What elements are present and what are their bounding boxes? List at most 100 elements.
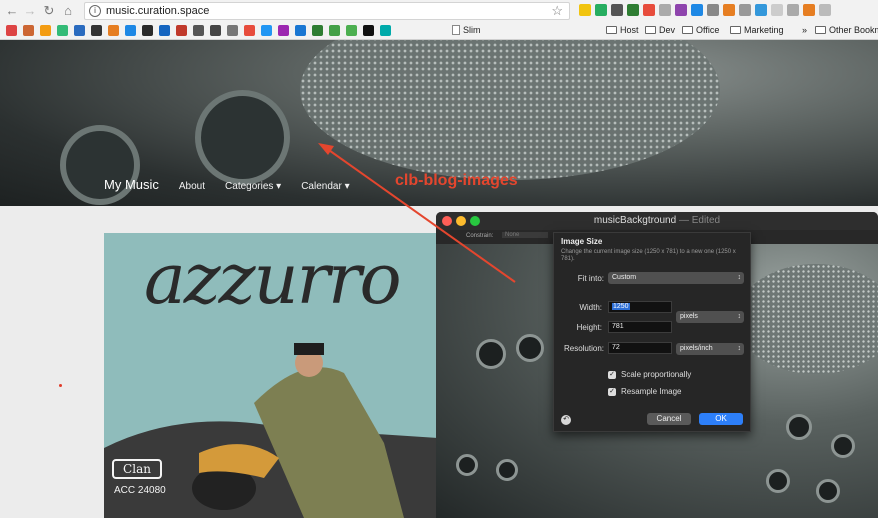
microphone-grille-image xyxy=(300,40,720,180)
bookmark-folder-marketing[interactable]: Marketing xyxy=(730,25,784,35)
extension-icon[interactable] xyxy=(691,4,703,16)
reset-icon[interactable]: ↶ xyxy=(561,415,571,425)
bookmark-slim[interactable]: Slim xyxy=(452,25,481,35)
bookmark-favicon-icon[interactable] xyxy=(142,25,153,36)
bookmark-favicon-icon[interactable] xyxy=(244,25,255,36)
folder-icon xyxy=(645,26,656,34)
extension-icon[interactable] xyxy=(643,4,655,16)
bookmark-favicon-icon[interactable] xyxy=(91,25,102,36)
resolution-unit-select[interactable]: pixels/inch xyxy=(676,343,744,355)
nav-categories[interactable]: Categories ▾ xyxy=(225,181,281,192)
edited-status: — Edited xyxy=(678,215,721,226)
home-icon[interactable]: ⌂ xyxy=(60,3,76,19)
address-bar[interactable]: i music.curation.space ☆ xyxy=(84,2,570,20)
bookmark-favicon-icon[interactable] xyxy=(312,25,323,36)
dialog-description: Change the current image size (1250 x 78… xyxy=(561,249,736,262)
nav-calendar[interactable]: Calendar ▾ xyxy=(301,181,349,192)
bookmark-favicon-icon[interactable] xyxy=(295,25,306,36)
bookmark-favicon-icon[interactable] xyxy=(159,25,170,36)
constrain-select[interactable]: None xyxy=(502,232,548,238)
bookmark-favicon-icon[interactable] xyxy=(74,25,85,36)
document-name: musicBackgtround xyxy=(593,215,677,226)
resolution-field[interactable]: 72 xyxy=(608,342,672,354)
constrain-label: Constrain: xyxy=(466,233,494,239)
bookmark-favicon-icon[interactable] xyxy=(108,25,119,36)
album-cover-image[interactable]: azzurro Clan ACC 24080 xyxy=(104,233,438,518)
extension-icon[interactable] xyxy=(723,4,735,16)
cancel-button[interactable]: Cancel xyxy=(647,413,691,425)
forward-icon[interactable]: → xyxy=(22,3,38,19)
overflow-chevron-icon: » xyxy=(802,25,808,35)
microphone-grille-image xyxy=(736,264,878,374)
mixer-knob xyxy=(516,334,544,362)
dialog-title: Image Size xyxy=(561,237,603,246)
extension-icon[interactable] xyxy=(819,4,831,16)
bookmark-overflow-button[interactable]: » xyxy=(802,25,807,35)
extension-icon[interactable] xyxy=(579,4,591,16)
nav-about[interactable]: About xyxy=(179,181,205,192)
bookmark-star-icon[interactable]: ☆ xyxy=(551,3,563,19)
width-field[interactable]: 1250 xyxy=(608,301,672,313)
bookmark-favicon-icon[interactable] xyxy=(346,25,357,36)
site-brand-link[interactable]: My Music xyxy=(104,177,159,192)
back-icon[interactable]: ← xyxy=(4,3,20,19)
mixer-knob xyxy=(816,479,840,503)
height-field[interactable]: 781 xyxy=(608,321,672,333)
extension-icon[interactable] xyxy=(675,4,687,16)
bookmark-label: Dev xyxy=(659,25,676,35)
resample-image-label: Resample Image xyxy=(621,387,682,396)
extension-icon[interactable] xyxy=(739,4,751,16)
bookmark-label: Office xyxy=(696,25,720,35)
extension-icon[interactable] xyxy=(627,4,639,16)
bookmark-folder-office[interactable]: Office xyxy=(682,25,719,35)
reload-icon[interactable]: ↻ xyxy=(41,3,57,19)
width-value: 1250 xyxy=(612,303,630,310)
bookmark-favicon-icon[interactable] xyxy=(57,25,68,36)
bookmark-favicon-icon[interactable] xyxy=(125,25,136,36)
catalog-number: ACC 24080 xyxy=(114,485,166,496)
resample-image-checkbox[interactable]: ✓ xyxy=(608,388,616,396)
bookmarks-bar: Slim Host Dev Office Marketing » Other B… xyxy=(0,22,878,40)
window-title: musicBackgtround — Edited xyxy=(436,215,878,226)
bookmark-folder-host[interactable]: Host xyxy=(606,25,639,35)
extension-icon[interactable] xyxy=(595,4,607,16)
bookmark-favicon-icon[interactable] xyxy=(23,25,34,36)
size-unit-select[interactable]: pixels xyxy=(676,311,744,323)
mixer-knob xyxy=(766,469,790,493)
extension-icon[interactable] xyxy=(787,4,799,16)
bookmark-folder-dev[interactable]: Dev xyxy=(645,25,675,35)
ok-button[interactable]: OK xyxy=(699,413,743,425)
window-titlebar: musicBackgtround — Edited xyxy=(436,212,878,230)
bookmark-favicon-icon[interactable] xyxy=(329,25,340,36)
bookmark-favicon-icon[interactable] xyxy=(193,25,204,36)
extension-icon[interactable] xyxy=(611,4,623,16)
scale-proportionally-checkbox[interactable]: ✓ xyxy=(608,371,616,379)
image-size-dialog: Image Size Change the current image size… xyxy=(553,232,751,432)
bookmark-favicon-icon[interactable] xyxy=(40,25,51,36)
extension-icon[interactable] xyxy=(755,4,767,16)
info-icon[interactable]: i xyxy=(89,5,101,17)
bookmark-favicon-icon[interactable] xyxy=(227,25,238,36)
site-nav: My Music About Categories ▾ Calendar ▾ xyxy=(104,177,350,192)
bookmark-favicon-icon[interactable] xyxy=(210,25,221,36)
xlr-connector-image xyxy=(195,90,290,185)
bookmark-favicon-icon[interactable] xyxy=(261,25,272,36)
fit-into-select[interactable]: Custom xyxy=(608,272,744,284)
mixer-knob xyxy=(786,414,812,440)
extension-icon[interactable] xyxy=(803,4,815,16)
extension-icon[interactable] xyxy=(707,4,719,16)
bookmark-favicon-icon[interactable] xyxy=(6,25,17,36)
url-text[interactable]: music.curation.space xyxy=(106,5,209,17)
folder-icon xyxy=(606,26,617,34)
annotation-label: clb-blog-images xyxy=(395,172,518,189)
bookmark-favicon-icon[interactable] xyxy=(278,25,289,36)
bookmark-favicon-icon[interactable] xyxy=(176,25,187,36)
bookmark-favicon-icon[interactable] xyxy=(380,25,391,36)
bookmark-label: Slim xyxy=(463,25,481,35)
bookmark-folder-other[interactable]: Other Bookm xyxy=(815,25,878,35)
mixer-knob xyxy=(496,459,518,481)
label-logo: Clan xyxy=(112,459,162,479)
extension-icon[interactable] xyxy=(771,4,783,16)
bookmark-favicon-icon[interactable] xyxy=(363,25,374,36)
extension-icon[interactable] xyxy=(659,4,671,16)
